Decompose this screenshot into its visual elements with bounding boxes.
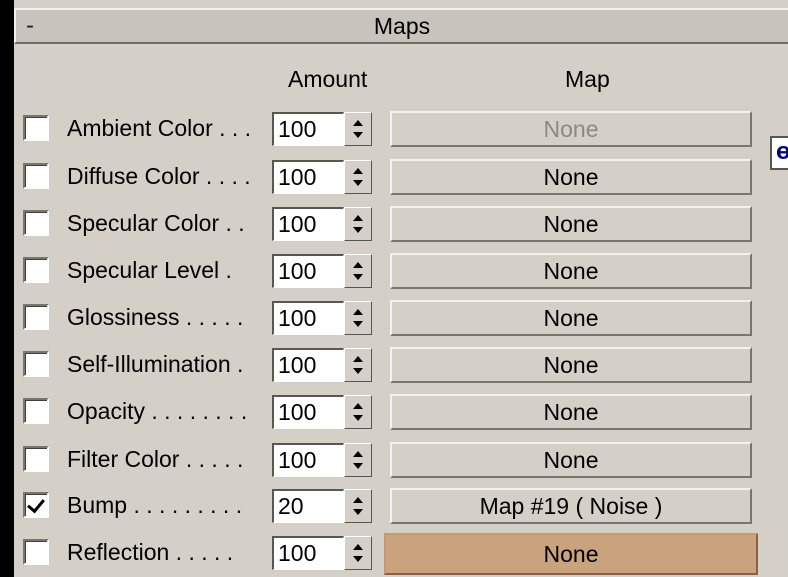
amount-column-header: Amount — [288, 66, 368, 92]
spinner-up-icon[interactable] — [353, 403, 363, 409]
map-column-header: Map — [565, 66, 610, 92]
spinner-down-icon[interactable] — [353, 321, 363, 327]
spinner-up-icon[interactable] — [353, 309, 363, 315]
spinner-up-icon[interactable] — [353, 168, 363, 174]
map-channel-label: Filter Color . . . . . — [67, 446, 244, 472]
amount-field[interactable]: 100 — [272, 443, 344, 477]
map-slot-button[interactable]: None — [390, 206, 752, 242]
map-enable-checkbox[interactable] — [23, 210, 49, 236]
map-enable-checkbox[interactable] — [23, 539, 49, 565]
amount-spinner[interactable] — [344, 348, 372, 382]
map-channel-label: Ambient Color . . . — [67, 115, 252, 141]
map-row: Self-Illumination . 100 None — [0, 347, 788, 387]
amount-field[interactable]: 100 — [272, 207, 344, 241]
amount-field[interactable]: 100 — [272, 112, 344, 146]
map-row: Filter Color . . . . . 100 None — [0, 442, 788, 482]
spinner-up-icon[interactable] — [353, 451, 363, 457]
map-enable-checkbox[interactable] — [23, 446, 49, 472]
spinner-down-icon[interactable] — [353, 556, 363, 562]
map-row: Reflection . . . . . 100 None — [0, 533, 788, 575]
amount-field[interactable]: 20 — [272, 489, 344, 523]
maps-rollout-header[interactable]: - Maps — [14, 8, 788, 44]
rollout-title: Maps — [373, 13, 431, 39]
amount-spinner[interactable] — [344, 254, 372, 288]
map-slot-button[interactable]: None — [390, 347, 752, 383]
map-row: Glossiness . . . . . 100 None — [0, 300, 788, 340]
amount-field[interactable]: 100 — [272, 160, 344, 194]
map-slot-button[interactable]: Map #19 ( Noise ) — [390, 488, 752, 524]
amount-spinner[interactable] — [344, 395, 372, 429]
map-row: Specular Level . 100 None — [0, 253, 788, 293]
amount-field[interactable]: 100 — [272, 348, 344, 382]
spinner-down-icon[interactable] — [353, 274, 363, 280]
amount-spinner[interactable] — [344, 160, 372, 194]
map-slot-button[interactable]: None — [390, 442, 752, 478]
map-enable-checkbox[interactable] — [23, 398, 49, 424]
spinner-down-icon[interactable] — [353, 415, 363, 421]
spinner-down-icon[interactable] — [353, 368, 363, 374]
amount-spinner[interactable] — [344, 301, 372, 335]
map-channel-label: Self-Illumination . — [67, 351, 244, 377]
amount-field[interactable]: 100 — [272, 301, 344, 335]
spinner-up-icon[interactable] — [353, 356, 363, 362]
spinner-down-icon[interactable] — [353, 227, 363, 233]
spinner-down-icon[interactable] — [353, 463, 363, 469]
map-row: Opacity . . . . . . . . 100 None — [0, 394, 788, 434]
map-enable-checkbox[interactable] — [23, 304, 49, 330]
map-row: Bump . . . . . . . . . 20 Map #19 ( Noise … — [0, 488, 788, 528]
amount-field[interactable]: 100 — [272, 254, 344, 288]
amount-spinner[interactable] — [344, 489, 372, 523]
map-slot-button[interactable]: None — [390, 159, 752, 195]
spinner-up-icon[interactable] — [353, 215, 363, 221]
spinner-up-icon[interactable] — [353, 497, 363, 503]
spinner-down-icon[interactable] — [353, 132, 363, 138]
map-channel-label: Specular Level . — [67, 257, 232, 283]
amount-spinner[interactable] — [344, 536, 372, 570]
map-channel-label: Bump . . . . . . . . . — [67, 492, 243, 518]
map-channel-label: Diffuse Color . . . . — [67, 163, 251, 189]
map-enable-checkbox[interactable] — [23, 492, 49, 518]
map-channel-label: Reflection . . . . . — [67, 539, 234, 565]
amount-field[interactable]: 100 — [272, 536, 344, 570]
map-enable-checkbox[interactable] — [23, 163, 49, 189]
map-row: Specular Color . . 100 None — [0, 206, 788, 246]
spinner-down-icon[interactable] — [353, 509, 363, 515]
amount-spinner[interactable] — [344, 443, 372, 477]
spinner-up-icon[interactable] — [353, 120, 363, 126]
map-slot-button[interactable]: None — [390, 300, 752, 336]
spinner-up-icon[interactable] — [353, 262, 363, 268]
map-enable-checkbox[interactable] — [23, 257, 49, 283]
amount-spinner[interactable] — [344, 112, 372, 146]
map-slot-button[interactable]: None — [390, 111, 752, 147]
map-row: Diffuse Color . . . . 100 None — [0, 159, 788, 199]
map-enable-checkbox[interactable] — [23, 115, 49, 141]
spinner-down-icon[interactable] — [353, 180, 363, 186]
spinner-up-icon[interactable] — [353, 544, 363, 550]
map-slot-button[interactable]: None — [384, 533, 758, 575]
map-row: Ambient Color . . . 100 None — [0, 111, 788, 151]
amount-spinner[interactable] — [344, 207, 372, 241]
amount-field[interactable]: 100 — [272, 395, 344, 429]
map-channel-label: Glossiness . . . . . — [67, 304, 244, 330]
map-channel-label: Specular Color . . — [67, 210, 245, 236]
map-slot-button[interactable]: None — [390, 394, 752, 430]
map-slot-button[interactable]: None — [390, 253, 752, 289]
map-enable-checkbox[interactable] — [23, 351, 49, 377]
map-channel-label: Opacity . . . . . . . . — [67, 398, 248, 424]
